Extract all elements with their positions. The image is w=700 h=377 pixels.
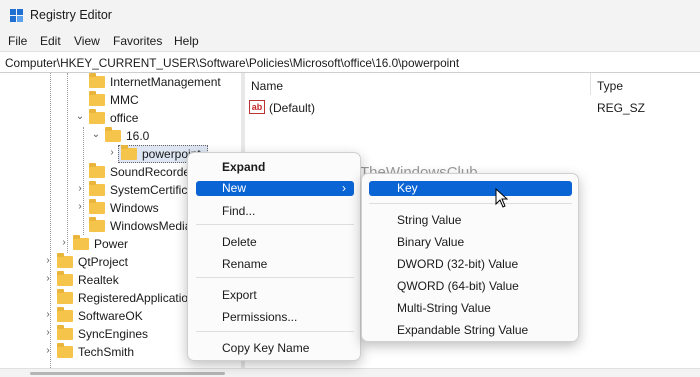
menu-item-string-value[interactable]: String Value	[397, 213, 461, 227]
menu-item-key[interactable]: Key	[369, 181, 572, 196]
tree-item-label: Power	[94, 237, 129, 251]
menu-separator	[196, 224, 354, 225]
address-path[interactable]: Computer\HKEY_CURRENT_USER\Software\Poli…	[5, 56, 459, 70]
menu-item-copy-key-name[interactable]: Copy Key Name	[222, 341, 309, 355]
tree-item-office[interactable]: ⌄ office	[0, 109, 241, 127]
horizontal-scrollbar[interactable]	[0, 368, 700, 377]
menu-edit[interactable]: Edit	[40, 34, 61, 48]
chevron-right-icon[interactable]: ›	[43, 273, 53, 285]
menu-help[interactable]: Help	[174, 34, 199, 48]
menu-item-dword-value[interactable]: DWORD (32-bit) Value	[397, 257, 518, 271]
value-name[interactable]: (Default)	[269, 101, 315, 115]
folder-icon	[57, 271, 73, 286]
tree-item-16-0[interactable]: ⌄ 16.0	[0, 127, 241, 145]
folder-icon	[57, 307, 73, 322]
menu-item-new[interactable]: New ›	[196, 181, 354, 196]
folder-icon	[89, 91, 105, 106]
registry-app-icon	[10, 9, 24, 23]
chevron-right-icon[interactable]: ›	[75, 183, 85, 195]
tree-item-internetmanagement[interactable]: InternetManagement	[0, 73, 241, 91]
menu-file[interactable]: File	[8, 34, 27, 48]
folder-icon	[89, 163, 105, 178]
string-value-icon: ab	[249, 100, 265, 114]
tree-item-label: Realtek	[78, 273, 119, 287]
menu-item-permissions[interactable]: Permissions...	[222, 310, 297, 324]
chevron-right-icon[interactable]: ›	[43, 345, 53, 357]
menu-item-delete[interactable]: Delete	[222, 235, 257, 249]
chevron-down-icon[interactable]: ⌄	[91, 129, 101, 141]
address-bar[interactable]: Computer\HKEY_CURRENT_USER\Software\Poli…	[0, 51, 700, 73]
value-type: REG_SZ	[597, 101, 646, 115]
tree-item-label: QtProject	[78, 255, 129, 269]
folder-icon	[89, 199, 105, 214]
menu-favorites[interactable]: Favorites	[113, 34, 162, 48]
column-header-name[interactable]: Name	[251, 79, 283, 93]
folder-icon	[57, 253, 73, 268]
tree-item-label: TechSmith	[78, 345, 135, 359]
folder-icon	[89, 73, 105, 88]
window-title: Registry Editor	[30, 8, 112, 22]
folder-icon	[121, 145, 137, 160]
tree-item-label: SyncEngines	[78, 327, 149, 341]
tree-item-label: 16.0	[126, 129, 150, 143]
menu-item-qword-value[interactable]: QWORD (64-bit) Value	[397, 279, 519, 293]
tree-item-label: SoundRecorder	[110, 165, 195, 179]
folder-icon	[57, 289, 73, 304]
menu-item-key-label: Key	[397, 181, 418, 195]
menu-separator	[196, 277, 354, 278]
chevron-right-icon[interactable]: ›	[43, 255, 53, 267]
folder-icon	[89, 109, 105, 124]
folder-icon	[89, 181, 105, 196]
menu-bar: File Edit View Favorites Help	[0, 31, 700, 51]
menu-separator	[196, 331, 354, 332]
chevron-right-icon[interactable]: ›	[75, 201, 85, 213]
folder-icon	[73, 235, 89, 250]
chevron-right-icon[interactable]: ›	[43, 309, 53, 321]
tree-item-mmc[interactable]: MMC	[0, 91, 241, 109]
menu-separator	[369, 203, 572, 204]
chevron-right-icon[interactable]: ›	[43, 327, 53, 339]
chevron-right-icon[interactable]: ›	[59, 237, 69, 249]
folder-icon	[89, 217, 105, 232]
menu-item-expand[interactable]: Expand	[222, 160, 265, 174]
menu-item-find[interactable]: Find...	[222, 204, 255, 218]
menu-item-expandable-string-value[interactable]: Expandable String Value	[397, 323, 528, 337]
scrollbar-thumb[interactable]	[30, 372, 225, 375]
menu-item-new-label: New	[222, 181, 247, 195]
tree-item-label: office	[110, 111, 139, 125]
menu-item-rename[interactable]: Rename	[222, 257, 267, 271]
menu-item-export[interactable]: Export	[222, 288, 257, 302]
column-header-type[interactable]: Type	[597, 79, 623, 93]
mouse-cursor-icon	[495, 188, 509, 208]
tree-item-label: RegisteredApplications	[78, 291, 201, 305]
menu-item-multi-string-value[interactable]: Multi-String Value	[397, 301, 491, 315]
chevron-down-icon[interactable]: ⌄	[75, 111, 85, 123]
tree-item-label: MMC	[110, 93, 139, 107]
context-menu: Expand New › Find... Delete Rename Expor…	[187, 152, 361, 361]
tree-item-label: InternetManagement	[110, 75, 221, 89]
folder-icon	[57, 343, 73, 358]
folder-icon	[57, 325, 73, 340]
tree-item-label: Windows	[110, 201, 159, 215]
chevron-right-icon: ›	[342, 181, 346, 195]
column-divider[interactable]	[590, 73, 591, 95]
menu-view[interactable]: View	[74, 34, 100, 48]
chevron-right-icon[interactable]: ›	[107, 147, 117, 159]
title-bar: Registry Editor	[0, 0, 700, 31]
folder-icon	[105, 127, 121, 142]
menu-item-binary-value[interactable]: Binary Value	[397, 235, 464, 249]
new-submenu: Key String Value Binary Value DWORD (32-…	[361, 173, 579, 342]
tree-item-label: SoftwareOK	[78, 309, 143, 323]
